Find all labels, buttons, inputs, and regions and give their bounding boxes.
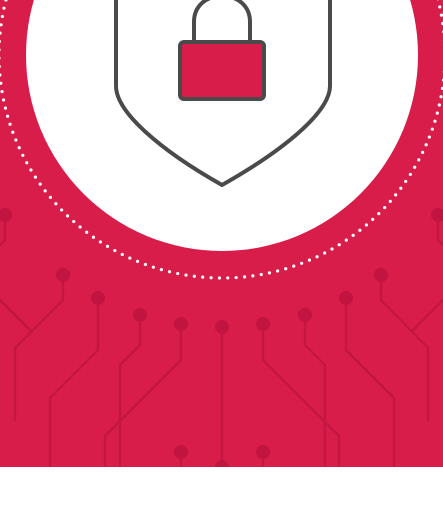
circuit-node: [256, 317, 270, 331]
circuit-node: [174, 317, 188, 331]
padlock-body: [178, 40, 266, 101]
circuit-node: [174, 445, 188, 459]
circuit-node: [298, 308, 312, 322]
circuit-node: [133, 308, 147, 322]
security-illustration-stage: [0, 0, 443, 529]
circuit-node: [56, 268, 70, 282]
circuit-node: [215, 320, 229, 334]
circuit-node: [215, 460, 229, 467]
security-illustration: [0, 0, 443, 467]
circuit-node: [256, 445, 270, 459]
circuit-node: [91, 291, 105, 305]
circuit-node: [374, 268, 388, 282]
circuit-node: [339, 291, 353, 305]
